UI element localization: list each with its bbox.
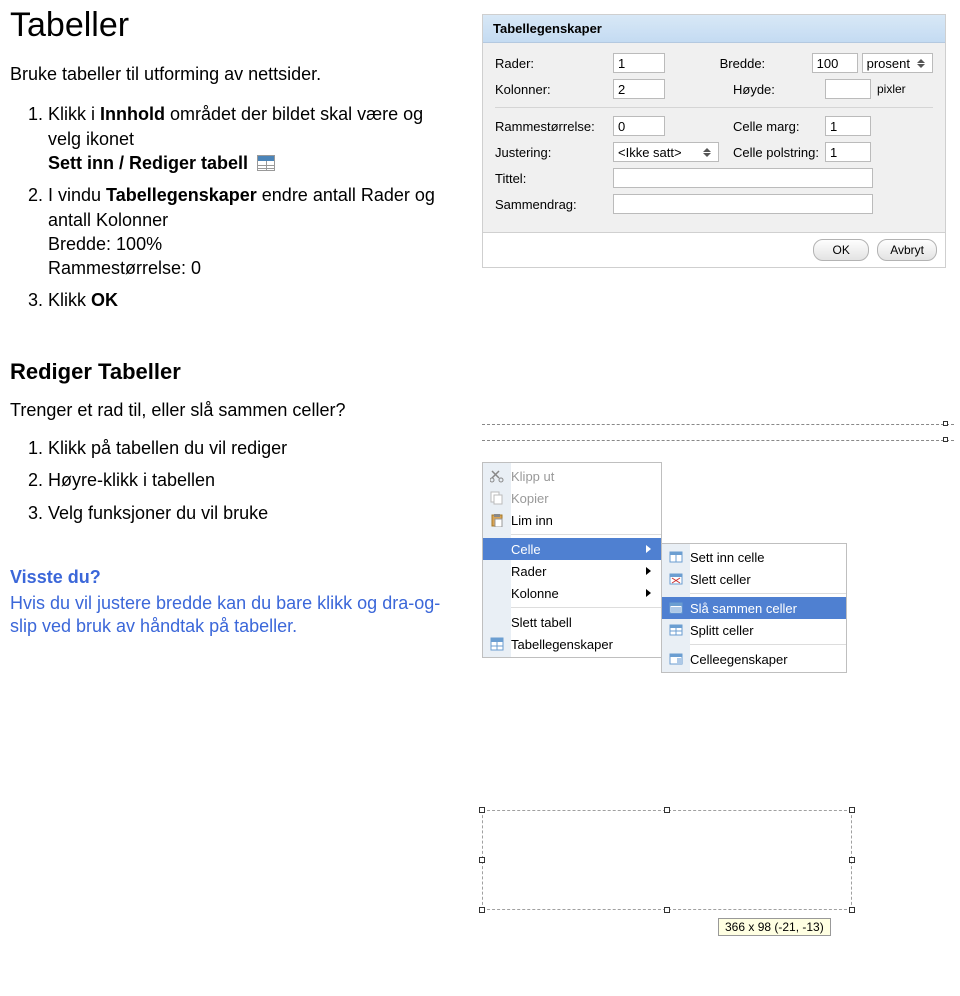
blank-icon [489,585,505,601]
context-menu: Klipp ut Kopier Lim inn Celle Rader Kolo… [482,462,662,658]
submenu-delete-cells-label: Slett celler [690,572,836,587]
submenu-merge-cells-label: Slå sammen celler [690,601,836,616]
paste-icon [489,512,505,528]
dialog-title: Tabellegenskaper [483,15,945,43]
menu-cell[interactable]: Celle [483,538,661,560]
menu-delete-table-label: Slett tabell [511,615,651,630]
width-unit-select[interactable]: prosent [862,53,933,73]
tip-body: Hvis du vil justere bredde kan du bare k… [10,592,450,639]
cancel-button[interactable]: Avbryt [877,239,937,261]
step2-b: Tabellegenskaper [106,185,262,205]
height-label: Høyde: [733,82,825,97]
menu-column[interactable]: Kolonne [483,582,661,604]
step2-a: I vindu [48,185,106,205]
intro-text: Bruke tabeller til utforming av nettside… [10,63,450,86]
submenu-split-cells-label: Splitt celler [690,623,836,638]
delete-cell-icon [668,571,684,587]
tip-title: Visste du? [10,567,450,588]
blank-icon [489,563,505,579]
scissors-icon [489,468,505,484]
r-step3: Velg funksjoner du vil bruke [48,501,450,525]
menu-column-label: Kolonne [511,586,640,601]
step2-d: Bredde: 100% [48,234,162,254]
cellmarg-label: Celle marg: [733,119,825,134]
chevron-updown-icon [700,144,714,160]
border-label: Rammestørrelse: [495,119,613,134]
step3-a: Klikk [48,290,91,310]
step1-item: Klikk i Innhold området der bildet skal … [48,102,450,175]
chevron-right-icon [646,567,651,575]
blank-icon [489,541,505,557]
height-input[interactable] [825,79,871,99]
blank-icon [489,614,505,630]
page-title: Tabeller [10,6,450,45]
table-selection-handles [482,420,954,460]
menu-delete-table[interactable]: Slett tabell [483,611,661,633]
menu-rows[interactable]: Rader [483,560,661,582]
width-unit-value: prosent [867,56,910,71]
title-input[interactable] [613,168,873,188]
summary-label: Sammendrag: [495,197,613,212]
chevron-right-icon [646,589,651,597]
submenu-cell-props-label: Celleegenskaper [690,652,836,667]
summary-input[interactable] [613,194,873,214]
step1-a: Klikk i [48,104,100,124]
table-properties-dialog: Tabellegenskaper Rader: Bredde: prosent … [482,14,946,268]
cell-submenu: Sett inn celle Slett celler Slå sammen c… [661,543,847,673]
step2-e: Rammestørrelse: 0 [48,258,201,278]
menu-paste-label: Lim inn [511,513,651,528]
menu-rows-label: Rader [511,564,640,579]
table-icon [489,636,505,652]
cell-props-icon [668,651,684,667]
menu-copy-label: Kopier [511,491,651,506]
menu-cell-label: Celle [511,542,640,557]
dimension-tooltip: 366 x 98 (-21, -13) [718,918,831,936]
cellpad-label: Celle polstring: [733,145,825,160]
cols-input[interactable] [613,79,665,99]
submenu-split-cells[interactable]: Splitt celler [662,619,846,641]
intro2-text: Trenger et rad til, eller slå sammen cel… [10,399,450,422]
menu-copy[interactable]: Kopier [483,487,661,509]
chevron-right-icon [646,545,651,553]
menu-cut[interactable]: Klipp ut [483,465,661,487]
title-label: Tittel: [495,171,613,186]
menu-cut-label: Klipp ut [511,469,651,484]
submenu-insert-cell-label: Sett inn celle [690,550,836,565]
cellpad-input[interactable] [825,142,871,162]
r-step2: Høyre-klikk i tabellen [48,468,450,492]
width-label: Bredde: [720,56,812,71]
merge-cells-icon [668,600,684,616]
submenu-cell-props[interactable]: Celleegenskaper [662,648,846,670]
ok-button[interactable]: OK [813,239,869,261]
step3-item: Klikk OK [48,288,450,312]
menu-table-props[interactable]: Tabellegenskaper [483,633,661,655]
submenu-merge-cells[interactable]: Slå sammen celler [662,597,846,619]
table-resize-placeholder[interactable] [482,810,852,910]
insert-cell-icon [668,549,684,565]
insert-table-icon [257,155,275,171]
rows-input[interactable] [613,53,665,73]
r-step1: Klikk på tabellen du vil rediger [48,436,450,460]
height-unit: pixler [877,82,906,96]
cols-label: Kolonner: [495,82,613,97]
submenu-delete-cells[interactable]: Slett celler [662,568,846,590]
cellmarg-input[interactable] [825,116,871,136]
step2-item: I vindu Tabellegenskaper endre antall Ra… [48,183,450,280]
step1-b: Innhold [100,104,170,124]
menu-paste[interactable]: Lim inn [483,509,661,531]
rows-label: Rader: [495,56,613,71]
copy-icon [489,490,505,506]
align-label: Justering: [495,145,613,160]
align-value: <Ikke satt> [618,145,682,160]
step1-d: Sett inn / Rediger tabell [48,153,248,173]
border-input[interactable] [613,116,665,136]
chevron-updown-icon [914,55,928,71]
section2-title: Rediger Tabeller [10,359,450,385]
split-cells-icon [668,622,684,638]
submenu-insert-cell[interactable]: Sett inn celle [662,546,846,568]
step3-b: OK [91,290,118,310]
menu-table-props-label: Tabellegenskaper [511,637,651,652]
width-input[interactable] [812,53,858,73]
align-select[interactable]: <Ikke satt> [613,142,719,162]
